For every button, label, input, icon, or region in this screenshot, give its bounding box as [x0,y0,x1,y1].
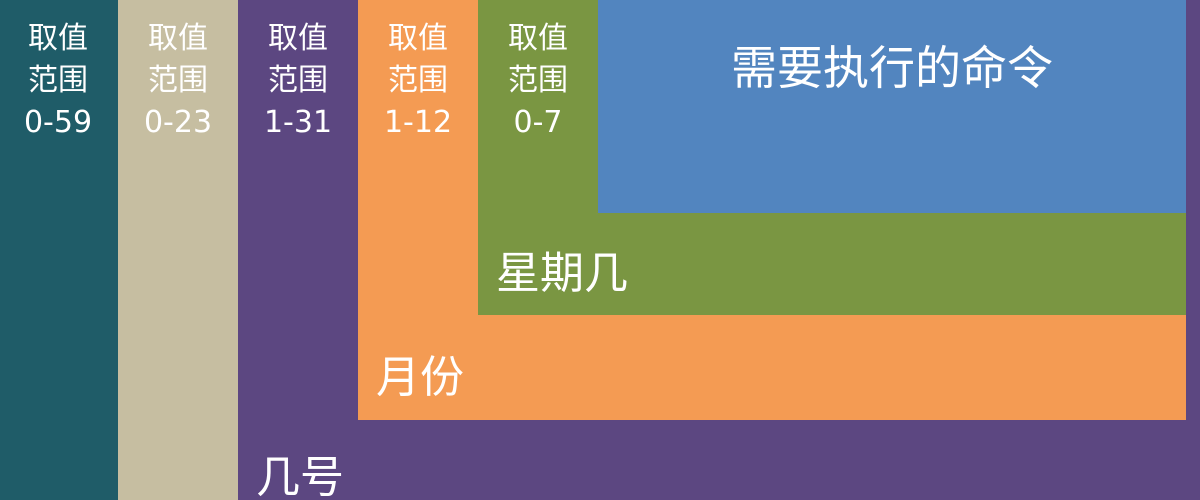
range-caption-line2: 范围 [148,63,208,98]
day-range-label: 取值 范围 1-31 [238,18,358,144]
range-caption-line1: 取值 [268,21,328,56]
weekday-range-value: 0-7 [513,105,563,140]
hour-range-value: 0-23 [143,105,213,140]
range-caption-line2: 范围 [268,63,328,98]
range-caption-line1: 取值 [28,21,88,56]
command-field-block [598,0,1186,213]
minute-range-value: 0-59 [23,105,93,140]
day-of-month-label: 几号 [256,452,344,500]
day-range-value: 1-31 [263,105,333,140]
command-label: 需要执行的命令 [731,41,1053,95]
hour-range-label: 取值 范围 0-23 [118,18,238,144]
month-label: 月份 [376,352,464,403]
month-range-value: 1-12 [383,105,453,140]
weekday-label: 星期几 [496,248,628,299]
range-caption-line2: 范围 [388,63,448,98]
range-caption-line1: 取值 [508,21,568,56]
range-caption-line1: 取值 [388,21,448,56]
cron-field-diagram: 取值 范围 0-59 取值 范围 0-23 取值 范围 1-31 取值 范围 1… [0,0,1200,500]
weekday-range-label: 取值 范围 0-7 [478,18,598,144]
range-caption-line2: 范围 [28,63,88,98]
range-caption-line2: 范围 [508,63,568,98]
minute-range-label: 取值 范围 0-59 [0,18,116,144]
range-caption-line1: 取值 [148,21,208,56]
month-range-label: 取值 范围 1-12 [358,18,478,144]
